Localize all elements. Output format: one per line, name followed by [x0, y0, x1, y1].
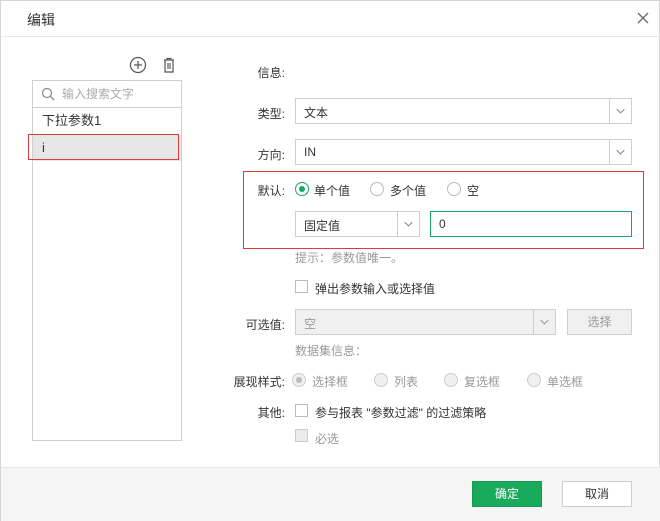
chevron-down-icon — [609, 140, 625, 164]
chevron-down-icon — [533, 310, 549, 334]
chevron-down-icon — [397, 212, 413, 236]
style-list-radio[interactable] — [374, 373, 388, 387]
required-label: 必选 — [315, 432, 340, 446]
default-empty-radio[interactable] — [447, 182, 461, 196]
search-icon — [41, 87, 55, 101]
style-radio-label: 单选框 — [547, 375, 584, 389]
default-label: 默认: — [257, 184, 285, 198]
choose-button[interactable]: 选择 — [567, 309, 632, 335]
default-mode-value: 固定值 — [304, 219, 341, 233]
delete-param-icon[interactable] — [160, 56, 178, 74]
style-checkbox-radio[interactable] — [444, 373, 458, 387]
default-value-input[interactable] — [430, 211, 632, 237]
chevron-down-icon — [609, 99, 625, 123]
edit-dialog: 编辑 下拉参数1 i 信息: 类型: 文本 方向: IN 默认: — [0, 0, 660, 521]
default-multi-radio[interactable] — [370, 182, 384, 196]
options-select[interactable]: 空 — [295, 309, 556, 335]
ok-button[interactable]: 确定 — [472, 481, 542, 507]
style-checkbox-label: 复选框 — [464, 375, 501, 389]
style-list-label: 列表 — [394, 375, 419, 389]
options-label: 可选值: — [245, 318, 285, 332]
param-search-input[interactable] — [62, 84, 177, 104]
param-list-panel: 下拉参数1 i — [32, 80, 182, 441]
filter-checkbox[interactable] — [295, 404, 308, 417]
options-select-value: 空 — [304, 317, 317, 331]
default-mode-select[interactable]: 固定值 — [295, 211, 420, 237]
popup-checkbox[interactable] — [295, 280, 308, 293]
add-param-icon[interactable] — [129, 56, 147, 74]
header-divider — [1, 36, 660, 37]
default-hint: 提示：参数值唯一。 — [295, 251, 404, 265]
style-radio-radio[interactable] — [527, 373, 541, 387]
filter-label: 参与报表 "参数过滤" 的过滤策略 — [315, 406, 487, 420]
param-item-i[interactable]: i — [33, 135, 181, 161]
direction-label: 方向: — [257, 148, 285, 162]
type-select-value: 文本 — [304, 106, 329, 120]
default-single-radio[interactable] — [295, 182, 309, 196]
dialog-title: 编辑 — [27, 12, 55, 28]
cancel-button[interactable]: 取消 — [562, 481, 632, 507]
style-combo-radio[interactable] — [292, 373, 306, 387]
required-checkbox[interactable] — [295, 429, 308, 442]
direction-select-value: IN — [304, 145, 316, 159]
style-label: 展现样式: — [233, 375, 285, 389]
type-label: 类型: — [257, 107, 285, 121]
default-single-label: 单个值 — [314, 184, 351, 198]
close-icon[interactable] — [635, 10, 651, 26]
type-select[interactable]: 文本 — [295, 98, 632, 124]
default-empty-label: 空 — [467, 184, 480, 198]
other-label: 其他: — [257, 406, 285, 420]
dataset-info: 数据集信息： — [295, 344, 368, 358]
info-label: 信息: — [257, 66, 285, 80]
popup-label: 弹出参数输入或选择值 — [315, 282, 436, 296]
param-search — [33, 81, 181, 108]
direction-select[interactable]: IN — [295, 139, 632, 165]
param-item-dropdown1[interactable]: 下拉参数1 — [33, 108, 181, 134]
default-multi-label: 多个值 — [390, 184, 427, 198]
style-combo-label: 选择框 — [312, 375, 349, 389]
